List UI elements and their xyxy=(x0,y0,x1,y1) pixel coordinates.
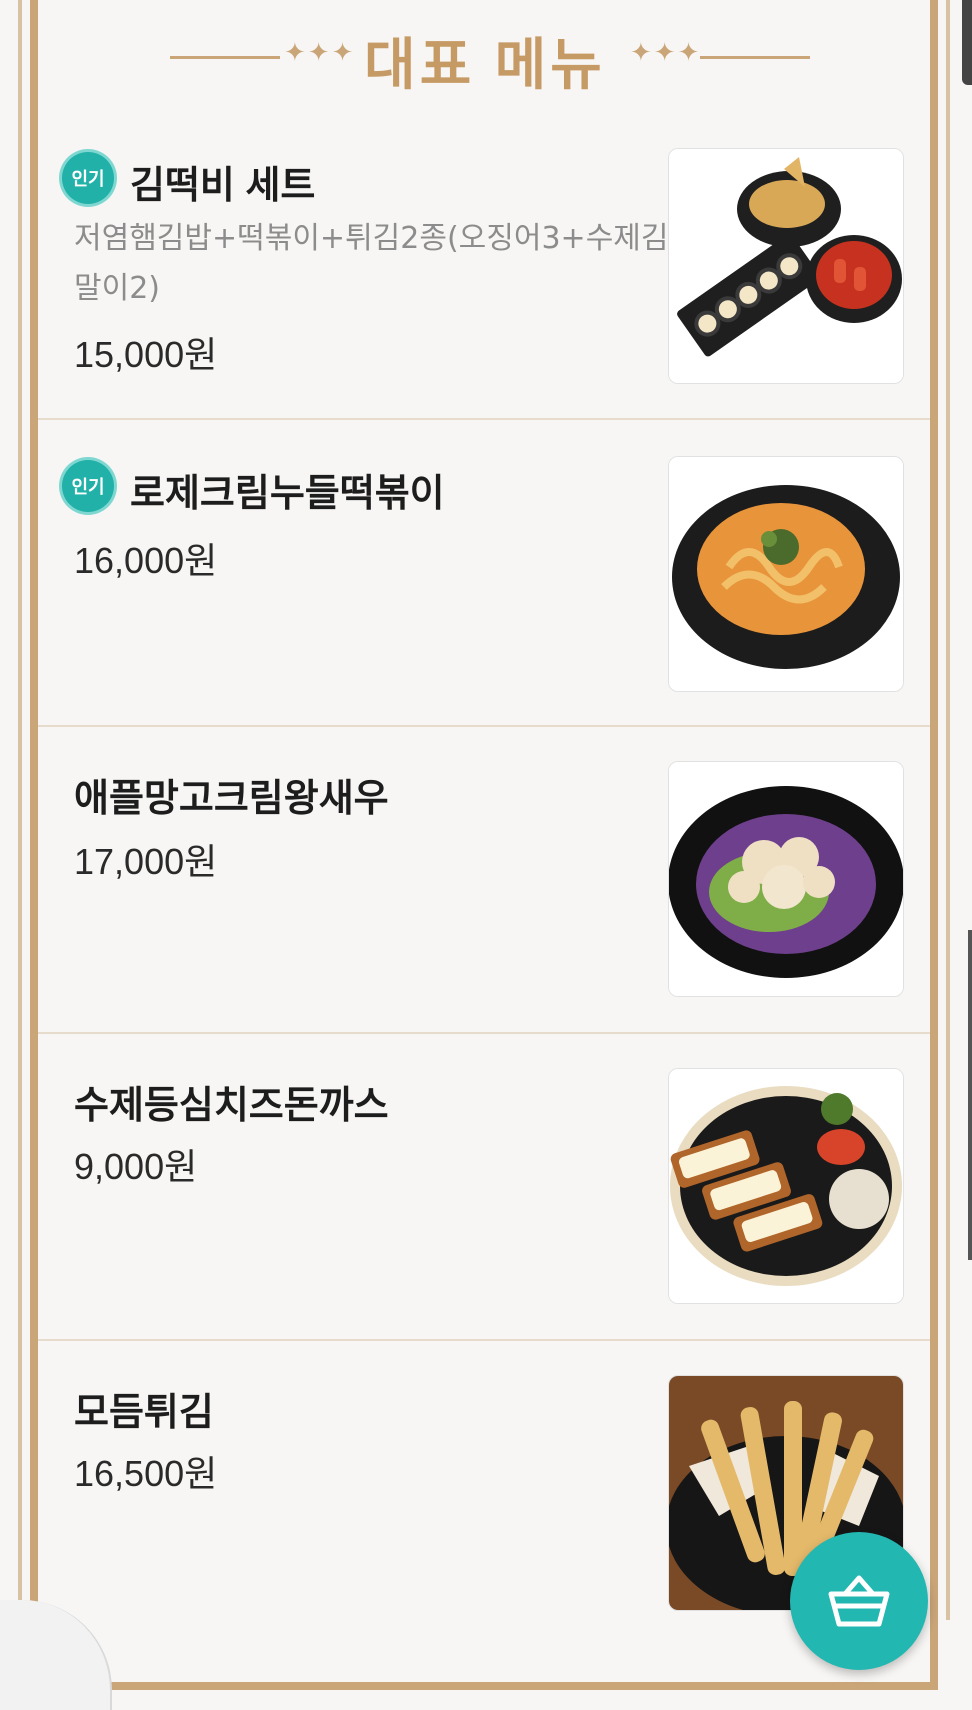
menu-item-description: 저염햄김밥+떡볶이+튀김2종(오징어3+수제김말이2) xyxy=(74,221,669,306)
title-ornament-line-right xyxy=(700,56,810,59)
menu-item-name: 모듬튀김 xyxy=(74,1392,214,1434)
frame-border-bottom xyxy=(30,1682,938,1690)
section-header: ✦✦✦ 대표 메뉴 ✦✦✦ xyxy=(0,0,972,115)
scroll-indicator[interactable] xyxy=(968,930,972,1260)
cart-button[interactable] xyxy=(790,1532,928,1670)
shopping-basket-icon xyxy=(828,1575,890,1627)
frame-border-right xyxy=(930,0,938,1690)
frame-border-right-outer xyxy=(946,0,950,1620)
menu-item-name: 수제등심치즈돈까스 xyxy=(74,1085,389,1127)
cheese-pork-cutlet-image[interactable] xyxy=(668,1068,904,1304)
menu-item-price: 16,500원 xyxy=(74,1453,218,1494)
menu-item-name: 애플망고크림왕새우 xyxy=(74,778,389,820)
title-ornament-diamonds-right: ✦✦✦ xyxy=(630,38,702,68)
title-ornament-line-left xyxy=(170,56,280,59)
menu-item-price: 9,000원 xyxy=(74,1146,198,1187)
menu-item-price: 16,000원 xyxy=(74,540,218,581)
gimbap-tteokbokki-tempura-set-image[interactable] xyxy=(668,148,904,384)
menu-item[interactable]: 수제등심치즈돈까스 9,000원 xyxy=(38,1034,930,1339)
frame-border-left xyxy=(30,0,38,1690)
menu-item-name: 김떡비 세트 xyxy=(130,165,316,207)
popular-badge: 인기 xyxy=(62,460,114,512)
apple-mango-cream-shrimp-image[interactable] xyxy=(668,761,904,997)
menu-item-price: 15,000원 xyxy=(74,334,218,375)
section-title: 대표 메뉴 xyxy=(364,33,606,96)
menu-item-name: 로제크림누들떡볶이 xyxy=(130,473,445,515)
menu-item[interactable]: 애플망고크림왕새우 17,000원 xyxy=(38,727,930,1032)
rose-cream-noodle-tteokbokki-image[interactable] xyxy=(668,456,904,692)
menu-item[interactable]: 인기 로제크림누들떡볶이 16,000원 xyxy=(38,420,930,725)
menu-item[interactable]: 인기 김떡비 세트 저염햄김밥+떡볶이+튀김2종(오징어3+수제김말이2) 15… xyxy=(38,130,930,418)
menu-item-price: 17,000원 xyxy=(74,841,218,882)
frame-border-left-outer xyxy=(18,0,22,1620)
menu-page: ✦✦✦ 대표 메뉴 ✦✦✦ 인기 김떡비 세트 저염햄김밥+떡볶이+튀김2종(오… xyxy=(0,0,972,1710)
popular-badge: 인기 xyxy=(62,152,114,204)
